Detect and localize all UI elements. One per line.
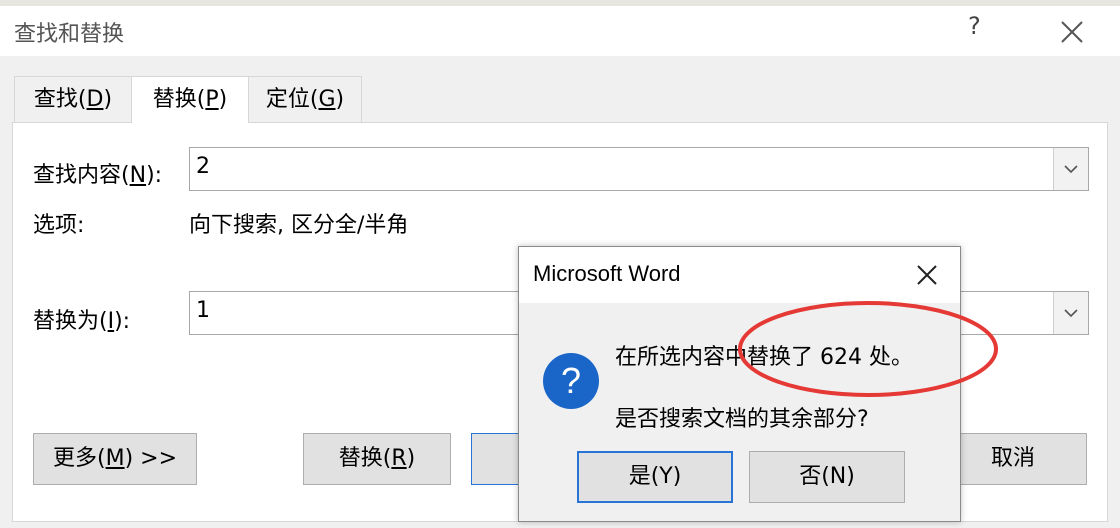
cancel-button[interactable]: 取消 <box>939 433 1087 485</box>
replace-with-label: 替换为(I): <box>33 309 131 334</box>
find-what-combobox[interactable]: 2 <box>189 147 1089 191</box>
find-what-input[interactable]: 2 <box>196 154 210 179</box>
tab-goto[interactable]: 定位(G) <box>248 76 362 122</box>
replace-with-input[interactable]: 1 <box>196 298 210 323</box>
tab-replace[interactable]: 替换(P) <box>131 76 249 123</box>
message-box-title: Microsoft Word <box>533 261 681 286</box>
dialog-title: 查找和替换 <box>14 22 125 47</box>
close-icon[interactable] <box>913 261 941 289</box>
search-rest-prompt: 是否搜索文档的其余部分? <box>615 407 869 432</box>
chevron-down-icon <box>1064 165 1078 174</box>
message-box: Microsoft Word ? 在所选内容中替换了 624 处。 是否搜索文档… <box>518 246 961 522</box>
help-button[interactable]: ? <box>968 12 981 40</box>
find-what-label: 查找内容(N): <box>33 163 163 188</box>
close-icon[interactable] <box>1056 16 1088 48</box>
svg-text:?: ? <box>561 360 581 401</box>
no-button[interactable]: 否(N) <box>749 451 905 503</box>
question-icon: ? <box>543 353 599 409</box>
message-box-titlebar: Microsoft Word <box>519 247 960 303</box>
dialog-titlebar: 查找和替换 ? <box>0 6 1120 56</box>
replace-dropdown-button[interactable] <box>1053 292 1088 334</box>
chevron-down-icon <box>1064 309 1078 318</box>
more-button[interactable]: 更多(M) >> <box>33 433 197 485</box>
replaced-count-text: 在所选内容中替换了 624 处。 <box>615 345 913 370</box>
yes-button[interactable]: 是(Y) <box>577 451 733 503</box>
tab-find[interactable]: 查找(D) <box>14 76 132 122</box>
replace-button[interactable]: 替换(R) <box>303 433 451 485</box>
options-value: 向下搜索, 区分全/半角 <box>189 213 409 238</box>
options-label: 选项: <box>33 213 85 238</box>
find-dropdown-button[interactable] <box>1053 148 1088 190</box>
